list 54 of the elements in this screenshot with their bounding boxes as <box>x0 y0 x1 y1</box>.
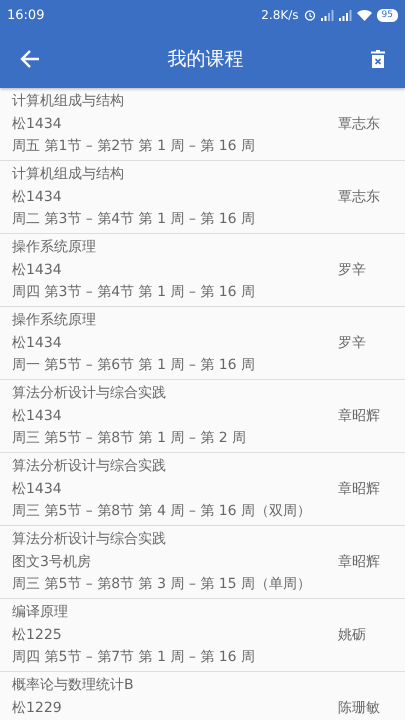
teacher-name: 罗辛 <box>338 334 367 352</box>
classroom: 松1229 <box>12 698 63 718</box>
wifi-icon <box>356 10 372 20</box>
course-name: 算法分析设计与综合实践 <box>12 530 167 549</box>
course-item[interactable]: 算法分析设计与综合实践 图文3号机房 周三 第5节 – 第8节 第 3 周 – 第 15 周（单周） 章昭辉 <box>0 526 405 599</box>
teacher-name: 覃志东 <box>338 115 381 133</box>
course-name: 概率论与数理统计B <box>12 676 134 695</box>
class-time: 周三 第5节 – 第8节 第 3 周 – 第 15 周（单周） <box>12 575 312 594</box>
back-arrow-icon <box>20 50 40 68</box>
teacher-name: 覃志东 <box>338 188 381 206</box>
teacher-name: 罗辛 <box>338 261 367 279</box>
course-name: 算法分析设计与综合实践 <box>12 384 167 403</box>
course-item[interactable]: 概率论与数理统计B 松1229 陈珊敏 <box>0 672 405 720</box>
course-item[interactable]: 计算机组成与结构 松1434 周五 第1节 – 第2节 第 1 周 – 第 16 周 覃志东 <box>0 88 405 161</box>
course-name: 操作系统原理 <box>12 311 97 330</box>
classroom: 松1434 <box>12 480 63 498</box>
course-name: 编译原理 <box>12 603 69 622</box>
course-name: 计算机组成与结构 <box>12 92 125 111</box>
course-name: 计算机组成与结构 <box>12 165 125 184</box>
course-name: 算法分析设计与综合实践 <box>12 457 167 476</box>
battery-level: 95 <box>376 8 398 22</box>
page-title: 我的课程 <box>168 47 244 72</box>
alarm-icon <box>304 9 316 21</box>
signal-icon <box>338 10 352 20</box>
course-item[interactable]: 编译原理 松1225 周四 第5节 – 第7节 第 1 周 – 第 16 周 姚砺 <box>0 599 405 672</box>
course-item[interactable]: 操作系统原理 松1434 周四 第3节 – 第4节 第 1 周 – 第 16 周 罗辛 <box>0 234 405 307</box>
course-item[interactable]: 计算机组成与结构 松1434 周二 第3节 – 第4节 第 1 周 – 第 16 周 覃志东 <box>0 161 405 234</box>
class-time: 周四 第5节 – 第7节 第 1 周 – 第 16 周 <box>12 648 256 667</box>
course-item[interactable]: 操作系统原理 松1434 周一 第5节 – 第6节 第 1 周 – 第 16 周 罗辛 <box>0 307 405 380</box>
network-speed: 2.8K/s <box>261 8 299 22</box>
teacher-name: 章昭辉 <box>338 407 381 425</box>
classroom: 松1434 <box>12 114 63 134</box>
course-item[interactable]: 算法分析设计与综合实践 松1434 周三 第5节 – 第8节 第 4 周 – 第 16 周（双周） 章昭辉 <box>0 453 405 526</box>
classroom: 图文3号机房 <box>12 552 92 572</box>
course-item[interactable]: 算法分析设计与综合实践 松1434 周三 第5节 – 第8节 第 1 周 – 第 2 周 章昭辉 <box>0 380 405 453</box>
teacher-name: 陈珊敏 <box>338 699 381 717</box>
teacher-name: 章昭辉 <box>338 553 381 571</box>
class-time: 周二 第3节 – 第4节 第 1 周 – 第 16 周 <box>12 210 256 229</box>
classroom: 松1434 <box>12 188 63 206</box>
classroom: 松1434 <box>12 406 63 426</box>
course-name: 操作系统原理 <box>12 238 97 257</box>
classroom: 松1225 <box>12 626 63 644</box>
class-time: 周一 第5节 – 第6节 第 1 周 – 第 16 周 <box>12 356 256 375</box>
class-time: 周三 第5节 – 第8节 第 1 周 – 第 2 周 <box>12 429 246 448</box>
class-time: 周三 第5节 – 第8节 第 4 周 – 第 16 周（双周） <box>12 502 312 521</box>
teacher-name: 姚砺 <box>338 626 367 644</box>
classroom: 松1434 <box>12 334 63 352</box>
teacher-name: 章昭辉 <box>338 480 381 498</box>
class-time: 周五 第1节 – 第2节 第 1 周 – 第 16 周 <box>12 137 256 156</box>
signal-icon <box>320 10 334 20</box>
trash-icon <box>371 50 385 68</box>
class-time: 周四 第3节 – 第4节 第 1 周 – 第 16 周 <box>12 283 256 302</box>
classroom: 松1434 <box>12 260 63 280</box>
status-time: 16:09 <box>7 8 44 22</box>
